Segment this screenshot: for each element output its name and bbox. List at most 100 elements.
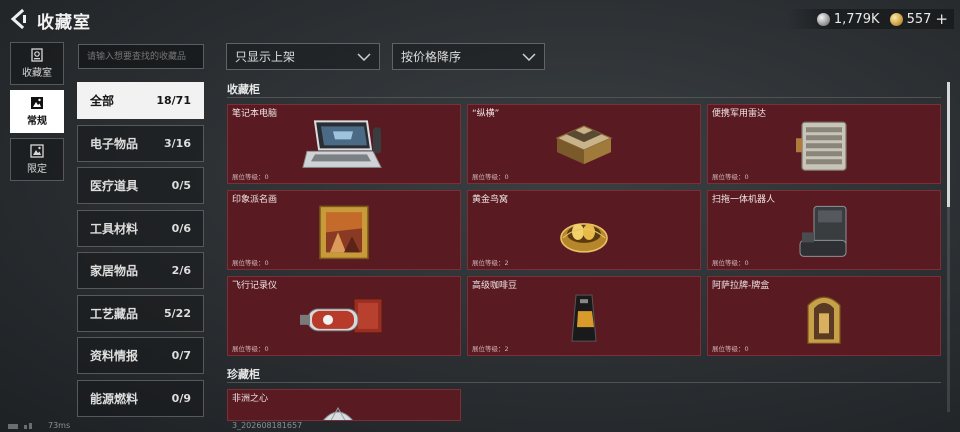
item-level: 展位等级：0 <box>232 173 269 181</box>
category-name: 电子物品 <box>90 136 139 151</box>
chessboard-icon <box>555 125 613 165</box>
category-count: 0/6 <box>171 221 191 235</box>
category-item-energy[interactable]: 能源燃料 0/9 <box>77 379 204 417</box>
scrollbar[interactable] <box>947 82 950 412</box>
item-name: 黄金鸟窝 <box>472 195 509 205</box>
category-name: 资料情报 <box>90 349 139 363</box>
silver-balance: 1,779K <box>833 11 880 27</box>
category-count: 2/6 <box>171 264 191 277</box>
gold-balance: 557 <box>906 11 932 27</box>
item-name: 扫拖一体机器人 <box>712 195 776 205</box>
search-input[interactable] <box>78 44 204 69</box>
currency-bar: 1,779K 557 + <box>786 9 954 29</box>
item-name: 便携军用雷达 <box>712 109 767 119</box>
collectible-card[interactable]: 飞行记录仪 展位等级：0 <box>227 276 461 356</box>
item-name: 飞行记录仪 <box>232 281 278 291</box>
diamond-icon <box>323 406 353 420</box>
nav-item-collection-room[interactable]: 收藏室 <box>10 42 64 85</box>
top-bar: 收藏室 1,779K 557 + <box>0 0 960 38</box>
gold-coin-icon <box>889 12 903 26</box>
category-item-household[interactable]: 家居物品 2/6 <box>77 252 204 289</box>
robot-vacuum-icon <box>799 205 847 257</box>
category-count: 18/71 <box>156 94 191 107</box>
nav-item-limited[interactable]: 限定 <box>10 138 64 181</box>
item-level: 展位等级：0 <box>232 345 269 353</box>
collectible-card[interactable]: “纵横” 展位等级：0 <box>467 104 701 184</box>
item-level: 展位等级：0 <box>472 173 509 181</box>
chevron-down-icon <box>357 52 371 61</box>
category-item-medical[interactable]: 医疗道具 0/5 <box>77 167 204 204</box>
item-name: 高级咖啡豆 <box>472 281 518 291</box>
back-arrow-icon[interactable] <box>8 8 28 30</box>
card-box-icon <box>807 296 841 344</box>
nav-item-label: 收藏室 <box>22 68 52 79</box>
display-filter-value: 只显示上架 <box>235 50 296 64</box>
collectible-card[interactable]: 印象派名画 展位等级：0 <box>227 190 461 270</box>
item-level: 展位等级：0 <box>712 173 749 181</box>
picture-icon <box>31 97 43 109</box>
category-name: 家居物品 <box>90 264 139 278</box>
radar-icon <box>796 121 847 171</box>
collectible-card[interactable]: 扫拖一体机器人 展位等级：0 <box>707 190 941 270</box>
category-count: 0/5 <box>171 179 191 192</box>
latency-text: 73ms <box>48 421 71 430</box>
category-name: 工艺藏品 <box>90 306 139 321</box>
item-name: “纵横” <box>472 109 500 119</box>
category-name: 能源燃料 <box>90 391 139 406</box>
side-nav: 收藏室 常规 限定 <box>10 42 64 186</box>
item-level: 展位等级：0 <box>712 345 749 353</box>
collectible-card[interactable]: 便携军用雷达 展位等级：0 <box>707 104 941 184</box>
category-name: 医疗道具 <box>90 179 139 193</box>
category-count: 0/7 <box>171 349 191 362</box>
scrollbar-thumb[interactable] <box>947 82 950 207</box>
item-name: 笔记本电脑 <box>232 109 278 119</box>
item-level: 展位等级：0 <box>232 259 269 267</box>
collectible-card[interactable]: 阿萨拉牌-牌盒 展位等级：0 <box>707 276 941 356</box>
nav-item-regular[interactable]: 常规 <box>10 90 64 133</box>
section-divider <box>227 97 941 98</box>
chevron-down-icon <box>522 52 536 61</box>
nav-item-label: 限定 <box>27 164 47 175</box>
category-list: 全部 18/71 电子物品 3/16 医疗道具 0/5 工具材料 0/6 家居物… <box>77 82 204 422</box>
section-title-treasure: 珍藏柜 <box>227 368 260 381</box>
collectible-card[interactable]: 笔记本电脑 展位等级：0 <box>227 104 461 184</box>
nav-item-label: 常规 <box>27 116 47 127</box>
limited-picture-icon <box>30 144 44 158</box>
laptop-icon <box>302 120 382 168</box>
coffee-bag-icon <box>571 294 597 342</box>
item-level: 展位等级：0 <box>712 259 749 267</box>
flight-recorder-icon <box>300 298 383 334</box>
category-item-crafts[interactable]: 工艺藏品 5/22 <box>77 294 204 332</box>
category-item-tools[interactable]: 工具材料 0/6 <box>77 209 204 247</box>
collection-icon <box>31 48 43 62</box>
collectible-card[interactable]: 非洲之心 <box>227 389 461 421</box>
status-footer: 73ms 3_202608181657 <box>0 421 960 432</box>
item-name: 印象派名画 <box>232 195 278 205</box>
item-name: 非洲之心 <box>232 394 269 404</box>
item-name: 阿萨拉牌-牌盒 <box>712 281 770 291</box>
page-title: 收藏室 <box>37 13 91 33</box>
add-currency-button[interactable]: + <box>935 10 948 28</box>
silver-coin-icon <box>816 12 830 26</box>
category-item-electronics[interactable]: 电子物品 3/16 <box>77 124 204 162</box>
painting-icon <box>319 205 369 260</box>
section-divider <box>227 382 941 383</box>
category-name: 工具材料 <box>90 221 139 236</box>
collectible-card[interactable]: 黄金鸟窝 展位等级：2 <box>467 190 701 270</box>
collectible-card[interactable]: 高级咖啡豆 展位等级：2 <box>467 276 701 356</box>
sort-value: 按价格降序 <box>401 50 462 64</box>
category-item-all[interactable]: 全部 18/71 <box>77 82 204 119</box>
network-signal-icon <box>8 423 32 429</box>
category-name: 全部 <box>90 94 115 108</box>
golden-nest-icon <box>560 223 608 253</box>
category-item-intel[interactable]: 资料情报 0/7 <box>77 337 204 374</box>
display-filter-dropdown[interactable]: 只显示上架 <box>226 43 380 70</box>
category-count: 5/22 <box>164 306 191 320</box>
item-level: 展位等级：2 <box>472 345 509 353</box>
item-level: 展位等级：2 <box>472 259 509 267</box>
section-title-cabinet: 收藏柜 <box>227 83 260 96</box>
category-count: 3/16 <box>164 136 191 150</box>
sort-dropdown[interactable]: 按价格降序 <box>392 43 545 70</box>
build-text: 3_202608181657 <box>232 421 303 430</box>
category-count: 0/9 <box>171 391 191 405</box>
